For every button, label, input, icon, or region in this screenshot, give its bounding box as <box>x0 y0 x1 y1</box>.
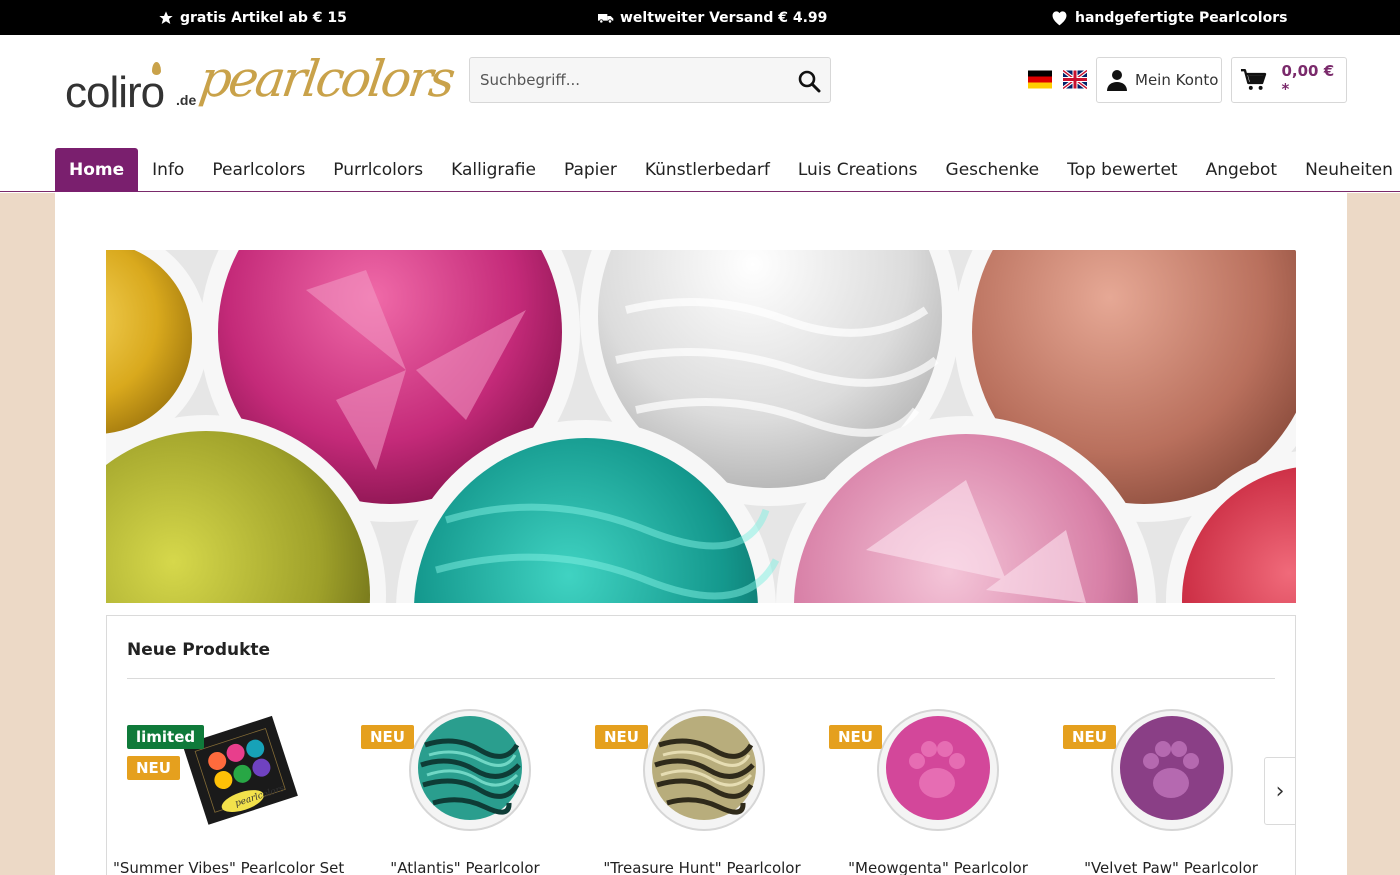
product-card[interactable]: NEU "Atlantis" Pearlcolor <box>355 701 585 875</box>
product-image <box>405 705 535 835</box>
nav-item-home[interactable]: Home <box>55 148 139 192</box>
section-divider <box>127 678 1275 679</box>
product-name[interactable]: "Treasure Hunt" Pearlcolor <box>587 859 817 875</box>
section-title: Neue Produkte <box>127 640 271 660</box>
badge-limited: limited <box>127 725 205 749</box>
nav-item-purrlcolors[interactable]: Purrlcolors <box>319 148 437 192</box>
usp-handmade: handgefertigte Pearlcolors <box>1050 0 1287 35</box>
product-image <box>639 705 769 835</box>
badge-new: NEU <box>1063 725 1116 749</box>
usp-handmade-text: handgefertigte Pearlcolors <box>1075 9 1288 26</box>
product-card[interactable]: NEU "Velvet Paw" Pearlcolor <box>1057 701 1287 875</box>
usp-bar: gratis Artikel ab € 15 weltweiter Versan… <box>0 0 1400 35</box>
language-de-flag-icon[interactable] <box>1028 70 1052 89</box>
truck-icon <box>598 12 614 24</box>
nav-item-papier[interactable]: Papier <box>550 148 631 192</box>
star-icon <box>158 10 174 26</box>
nav-item-neuheiten[interactable]: Neuheiten <box>1291 148 1400 192</box>
user-icon <box>1107 70 1127 91</box>
badge-new: NEU <box>127 756 180 780</box>
product-name[interactable]: "Summer Vibes" Pearlcolor Set <box>113 859 344 875</box>
cart-icon <box>1240 69 1267 90</box>
product-card[interactable]: NEU "Meowgenta" Pearlcolor <box>823 701 1053 875</box>
new-products-panel: Neue Produkte pearlcolors limited NEU "S… <box>106 615 1296 875</box>
logo-script: pearlcolors <box>195 50 457 108</box>
account-label: Mein Konto <box>1135 71 1219 89</box>
nav-item-geschenke[interactable]: Geschenke <box>932 148 1054 192</box>
search-form <box>469 57 831 103</box>
usp-shipping: weltweiter Versand € 4.99 <box>598 0 827 35</box>
nav-item-top-bewertet[interactable]: Top bewertet <box>1053 148 1191 192</box>
logo-drop-icon <box>152 62 161 75</box>
chevron-right-icon: › <box>1275 778 1285 804</box>
hero-banner-image[interactable] <box>106 250 1296 603</box>
language-en-flag-icon[interactable] <box>1063 70 1087 89</box>
usp-free-item: gratis Artikel ab € 15 <box>158 0 347 35</box>
nav-item-pearlcolors[interactable]: Pearlcolors <box>198 148 319 192</box>
search-icon <box>798 70 821 93</box>
badge-new: NEU <box>595 725 648 749</box>
cart-total: 0,00 € * <box>1281 62 1335 98</box>
product-name[interactable]: "Atlantis" Pearlcolor <box>350 859 580 875</box>
search-input[interactable] <box>470 58 785 102</box>
logo-domain: .de <box>176 92 197 108</box>
account-button[interactable]: Mein Konto <box>1096 57 1222 103</box>
usp-shipping-text: weltweiter Versand € 4.99 <box>620 9 828 26</box>
badge-new: NEU <box>829 725 882 749</box>
site-logo[interactable]: coliro .de pearlcolors <box>64 48 456 128</box>
search-button[interactable] <box>794 66 824 96</box>
product-card[interactable]: pearlcolors limited NEU "Summer Vibes" P… <box>113 701 351 875</box>
badge-new: NEU <box>361 725 414 749</box>
slider-next-button[interactable]: › <box>1264 757 1296 825</box>
heart-icon <box>1050 9 1069 26</box>
nav-item-kuenstlerbedarf[interactable]: Künstlerbedarf <box>631 148 784 192</box>
nav-item-luis-creations[interactable]: Luis Creations <box>784 148 932 192</box>
logo-wordmark: coliro <box>65 68 165 117</box>
main-navigation: Home Info Pearlcolors Purrlcolors Kallig… <box>55 148 1400 192</box>
product-name[interactable]: "Meowgenta" Pearlcolor <box>823 859 1053 875</box>
nav-item-info[interactable]: Info <box>138 148 198 192</box>
product-name[interactable]: "Velvet Paw" Pearlcolor <box>1056 859 1286 875</box>
product-card[interactable]: NEU "Treasure Hunt" Pearlcolor <box>589 701 819 875</box>
site-header: coliro .de pearlcolors Mein Konto 0,00 €… <box>0 35 1400 192</box>
product-image <box>873 705 1003 835</box>
product-image <box>1107 705 1237 835</box>
nav-item-kalligrafie[interactable]: Kalligrafie <box>437 148 550 192</box>
nav-item-angebot[interactable]: Angebot <box>1192 148 1292 192</box>
usp-free-item-text: gratis Artikel ab € 15 <box>180 9 347 26</box>
cart-button[interactable]: 0,00 € * <box>1231 57 1347 103</box>
